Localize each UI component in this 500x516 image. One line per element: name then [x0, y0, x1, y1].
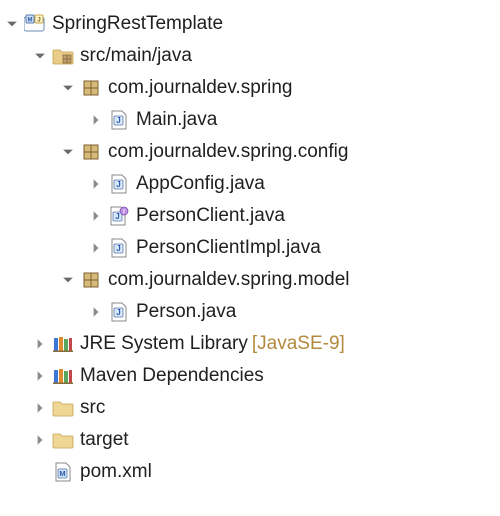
folder-icon [52, 397, 74, 419]
tree-item-maven-deps[interactable]: Maven Dependencies [4, 360, 496, 392]
tree-item-decoration: [JavaSE-9] [252, 333, 345, 355]
chevron-right-icon[interactable] [32, 336, 48, 352]
folder-icon [52, 429, 74, 451]
svg-text:J: J [116, 116, 120, 125]
package-folder-icon [52, 45, 74, 67]
java-file-icon: J [108, 301, 130, 323]
chevron-right-icon[interactable] [88, 112, 104, 128]
tree-item-source-folder[interactable]: src/main/java [4, 40, 496, 72]
svg-text:J: J [115, 212, 119, 221]
tree-item-label: com.journaldev.spring.config [108, 141, 348, 163]
svg-text:M: M [28, 18, 33, 24]
tree-item-label: PersonClient.java [136, 205, 285, 227]
java-file-icon: J [108, 237, 130, 259]
tree-item-java-file[interactable]: J PersonClientImpl.java [4, 232, 496, 264]
maven-java-project-icon: M J [24, 13, 46, 35]
tree-item-java-interface-file[interactable]: J I PersonClient.java [4, 200, 496, 232]
tree-item-package[interactable]: com.journaldev.spring.model [4, 264, 496, 296]
tree-item-package[interactable]: com.journaldev.spring.config [4, 136, 496, 168]
tree-item-label: Person.java [136, 301, 236, 323]
chevron-right-icon[interactable] [32, 400, 48, 416]
tree-item-label: SpringRestTemplate [52, 13, 223, 35]
chevron-right-icon[interactable] [88, 208, 104, 224]
java-interface-file-icon: J I [108, 205, 130, 227]
library-icon [52, 365, 74, 387]
svg-text:J: J [116, 180, 120, 189]
tree-item-label: src [80, 397, 105, 419]
library-icon [52, 333, 74, 355]
tree-item-label: com.journaldev.spring [108, 77, 292, 99]
tree-item-label: Maven Dependencies [80, 365, 264, 387]
svg-text:J: J [37, 18, 40, 24]
tree-item-project[interactable]: M J SpringRestTemplate [4, 8, 496, 40]
chevron-down-icon[interactable] [4, 16, 20, 32]
tree-item-pom-file[interactable]: M pom.xml [4, 456, 496, 488]
svg-text:J: J [116, 308, 120, 317]
package-icon [80, 77, 102, 99]
chevron-right-icon[interactable] [88, 176, 104, 192]
tree-item-jre-library[interactable]: JRE System Library [JavaSE-9] [4, 328, 496, 360]
tree-item-folder[interactable]: target [4, 424, 496, 456]
chevron-right-icon[interactable] [88, 240, 104, 256]
tree-item-folder[interactable]: src [4, 392, 496, 424]
chevron-down-icon[interactable] [32, 48, 48, 64]
java-file-icon: J [108, 109, 130, 131]
package-icon [80, 269, 102, 291]
chevron-down-icon[interactable] [60, 80, 76, 96]
tree-item-label: Main.java [136, 109, 217, 131]
tree-item-java-file[interactable]: J Person.java [4, 296, 496, 328]
tree-item-label: com.journaldev.spring.model [108, 269, 350, 291]
chevron-right-icon[interactable] [32, 368, 48, 384]
chevron-down-icon[interactable] [60, 272, 76, 288]
tree-item-label: src/main/java [80, 45, 192, 67]
package-icon [80, 141, 102, 163]
tree-item-label: target [80, 429, 129, 451]
tree-item-label: pom.xml [80, 461, 152, 483]
tree-item-java-file[interactable]: J AppConfig.java [4, 168, 496, 200]
tree-item-label: PersonClientImpl.java [136, 237, 321, 259]
tree-item-label: AppConfig.java [136, 173, 265, 195]
tree-item-label: JRE System Library [80, 333, 248, 355]
svg-text:M: M [59, 469, 65, 478]
chevron-down-icon[interactable] [60, 144, 76, 160]
tree-item-java-file[interactable]: J Main.java [4, 104, 496, 136]
svg-text:J: J [116, 244, 120, 253]
maven-file-icon: M [52, 461, 74, 483]
chevron-right-icon[interactable] [32, 432, 48, 448]
java-file-icon: J [108, 173, 130, 195]
tree-item-package[interactable]: com.journaldev.spring [4, 72, 496, 104]
chevron-right-icon[interactable] [88, 304, 104, 320]
